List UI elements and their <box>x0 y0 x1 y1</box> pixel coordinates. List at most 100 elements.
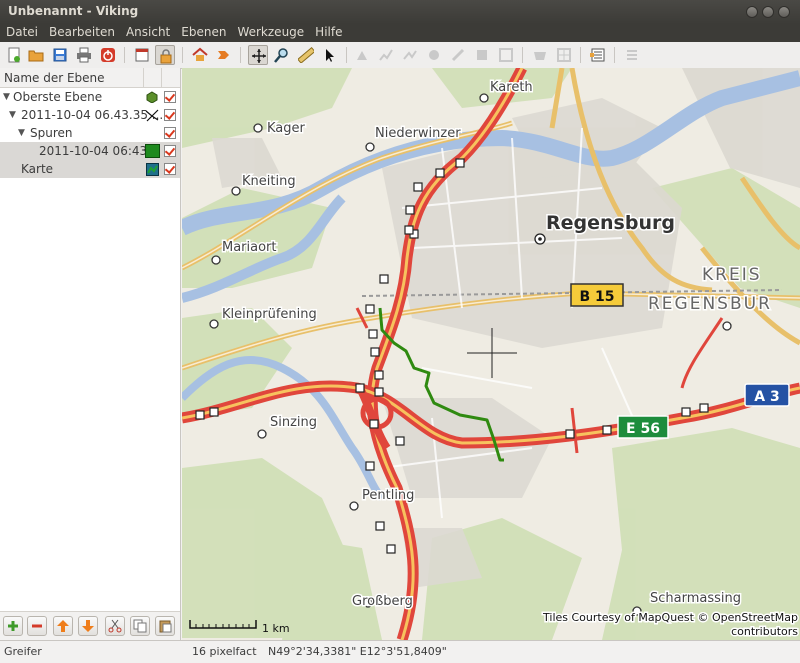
title-bar: Unbenannt - Viking <box>0 0 800 24</box>
menu-hilfe[interactable]: Hilfe <box>309 24 347 42</box>
print-icon <box>77 47 91 63</box>
menu-datei[interactable]: Datei <box>0 24 43 42</box>
track-color-swatch[interactable] <box>145 144 160 158</box>
menu-ebenen[interactable]: Ebenen <box>175 24 231 42</box>
close-button[interactable] <box>778 6 790 18</box>
paste-button[interactable] <box>155 616 175 636</box>
toolbar-separator <box>614 47 615 63</box>
arrow-down-icon <box>82 620 94 632</box>
layers-panel: Name der Ebene ▼ Oberste Ebene ▼ 2011-10… <box>0 68 181 640</box>
label-pentling: Pentling <box>362 488 414 503</box>
layer-row-trw[interactable]: ▼ 2011-10-04 06.43.35 ... <box>0 106 180 124</box>
expand-arrow-icon[interactable]: ▼ <box>3 92 10 102</box>
label-kleinpruefening: Kleinprüfening <box>222 307 317 322</box>
cut-button[interactable] <box>105 616 125 636</box>
label-regensburg: Regensburg <box>546 212 675 234</box>
window-title: Unbenannt - Viking <box>8 4 139 18</box>
home-button[interactable] <box>190 45 210 65</box>
tool-button-5[interactable] <box>448 45 468 65</box>
move-down-button[interactable] <box>78 616 98 636</box>
scissors-icon <box>108 619 122 633</box>
tool-button-9[interactable] <box>554 45 574 65</box>
new-file-icon <box>8 47 20 63</box>
column-divider <box>161 68 162 87</box>
layer-row-tracks[interactable]: ▼ Spuren <box>0 124 180 142</box>
layer-name: Spuren <box>30 126 73 140</box>
magnifier-icon <box>274 48 288 63</box>
tool-button-6[interactable] <box>472 45 492 65</box>
pan-tool-button[interactable] <box>248 45 268 65</box>
tool-button-4[interactable] <box>424 45 444 65</box>
ruler-tool-button[interactable] <box>296 45 316 65</box>
tool-button-2[interactable] <box>376 45 396 65</box>
create-track-icon <box>379 49 393 61</box>
label-niederwinzer: Niederwinzer <box>375 126 461 141</box>
toolbar-separator <box>522 47 523 63</box>
map-view[interactable]: Kareth Kager Niederwinzer Kneiting Regen… <box>182 68 800 640</box>
save-icon <box>53 48 67 62</box>
tool-button-3[interactable] <box>400 45 420 65</box>
status-coordinates: N49°2'34,3381" E12°3'51,8409" <box>268 645 447 658</box>
add-layer-button[interactable] <box>3 616 23 636</box>
fullscreen-button[interactable] <box>132 45 152 65</box>
select-tool-button[interactable] <box>320 45 340 65</box>
lock-icon <box>160 49 172 64</box>
menu-bearbeiten[interactable]: Bearbeiten <box>43 24 120 42</box>
window-icon <box>135 48 149 62</box>
expand-arrow-icon[interactable]: ▼ <box>9 110 16 120</box>
status-tool: Greifer <box>4 645 42 658</box>
menu-werkzeuge[interactable]: Werkzeuge <box>231 24 309 42</box>
label-kneiting: Kneiting <box>242 174 296 189</box>
shield-a3: A 3 <box>744 383 790 407</box>
move-icon <box>252 49 266 63</box>
layer-name-column-header[interactable]: Name der Ebene <box>4 71 105 85</box>
attribution-line-2: contributors <box>731 625 798 638</box>
save-button[interactable] <box>50 45 70 65</box>
visibility-checkbox[interactable] <box>164 91 176 103</box>
visibility-checkbox[interactable] <box>164 127 176 139</box>
maximize-button[interactable] <box>762 6 774 18</box>
download-icon <box>499 48 513 62</box>
zoom-tool-button[interactable] <box>272 45 292 65</box>
menu-ansicht[interactable]: Ansicht <box>120 24 175 42</box>
create-route-icon <box>403 50 417 60</box>
layer-row-map[interactable]: Karte <box>0 160 180 178</box>
map-canvas[interactable]: Kareth Kager Niederwinzer Kneiting Regen… <box>182 68 800 640</box>
tool-button-10[interactable] <box>622 45 642 65</box>
quit-button[interactable] <box>98 45 118 65</box>
open-button[interactable] <box>26 45 46 65</box>
toolbar-separator <box>580 47 581 63</box>
visibility-checkbox[interactable] <box>164 145 176 157</box>
status-bar: Greifer 16 pixelfact N49°2'34,3381" E12°… <box>0 640 800 663</box>
toolbar-separator <box>124 47 125 63</box>
visibility-checkbox[interactable] <box>164 109 176 121</box>
pointer-icon <box>326 49 334 62</box>
tool-button-1[interactable] <box>352 45 372 65</box>
new-button[interactable] <box>4 45 24 65</box>
visibility-checkbox[interactable] <box>164 163 176 175</box>
lock-button[interactable] <box>155 45 175 65</box>
expand-arrow-icon[interactable]: ▼ <box>18 128 25 138</box>
move-up-button[interactable] <box>53 616 73 636</box>
goto-button[interactable] <box>214 45 234 65</box>
properties-button[interactable] <box>588 45 608 65</box>
svg-text:E 56: E 56 <box>626 421 660 437</box>
home-icon <box>192 47 208 61</box>
tool-button-8[interactable] <box>530 45 550 65</box>
svg-text:B 15: B 15 <box>579 289 614 305</box>
create-waypoint-icon <box>357 51 367 60</box>
print-button[interactable] <box>74 45 94 65</box>
layer-row-track[interactable]: 2011-10-04 06:43... <box>0 142 180 160</box>
layer-row-top[interactable]: ▼ Oberste Ebene <box>0 88 180 106</box>
copy-icon <box>133 619 147 633</box>
layer-name: Oberste Ebene <box>13 90 103 104</box>
copy-button[interactable] <box>130 616 150 636</box>
label-scharmassing: Scharmassing <box>650 591 741 606</box>
edit-trackpoint-icon <box>451 48 465 62</box>
minimize-button[interactable] <box>746 6 758 18</box>
layer-name: 2011-10-04 06:43... <box>39 144 159 158</box>
label-mariaort: Mariaort <box>222 240 277 255</box>
remove-layer-button[interactable] <box>27 616 47 636</box>
tool-button-7[interactable] <box>496 45 516 65</box>
shield-e56: E 56 <box>617 415 669 439</box>
